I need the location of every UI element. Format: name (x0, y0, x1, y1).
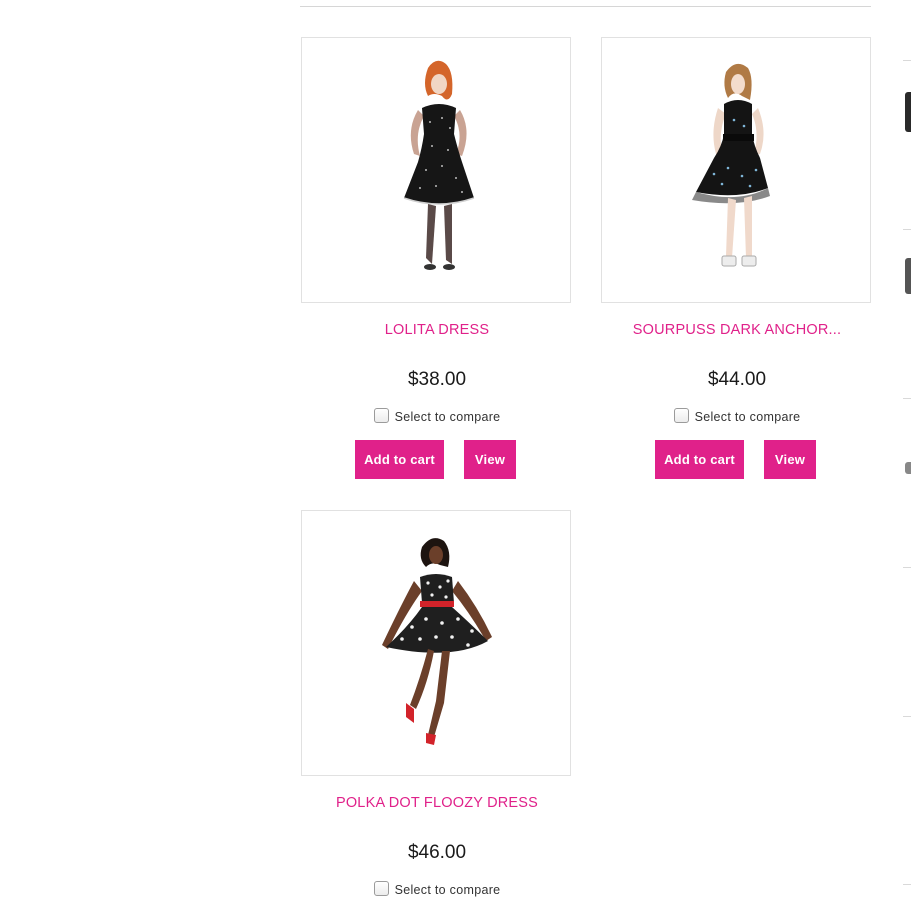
compare-checkbox[interactable] (673, 408, 689, 423)
edge-divider (903, 884, 911, 885)
dress-photo (382, 538, 492, 745)
product-price: $38.00 (407, 369, 467, 390)
product-card-lolita-dress: LOLITA DRESS $38.00 Select to compare Ad… (301, 37, 573, 482)
product-image-polka-dot-floozy-dress[interactable] (301, 510, 571, 776)
product-card-polka-dot-floozy-dress: POLKA DOT FLOOZY DRESS $46.00 Select to … (301, 510, 573, 899)
product-name-link[interactable]: POLKA DOT FLOOZY DRESS (301, 795, 573, 811)
compare-option[interactable]: Select to compare (601, 408, 873, 424)
compare-option[interactable]: Select to compare (301, 881, 573, 897)
product-card-sourpuss-dark-anchor: SOURPUSS DARK ANCHOR... $44.00 Select to… (601, 37, 873, 482)
product-name-link[interactable]: SOURPUSS DARK ANCHOR... (601, 322, 873, 338)
adjacent-column-edge (903, 0, 911, 899)
compare-checkbox[interactable] (373, 881, 389, 896)
edge-divider (903, 567, 911, 568)
edge-divider (903, 60, 911, 61)
edge-divider (903, 716, 911, 717)
edge-divider (903, 229, 911, 230)
compare-option[interactable]: Select to compare (301, 408, 573, 424)
product-name-link[interactable]: LOLITA DRESS (301, 322, 573, 338)
edge-thumbnail (905, 462, 911, 474)
top-divider (300, 6, 871, 7)
compare-checkbox[interactable] (373, 408, 389, 423)
edge-thumbnail (905, 92, 911, 132)
add-to-cart-button[interactable]: Add to cart (355, 440, 444, 479)
dress-photo (403, 60, 475, 270)
dress-photo (692, 63, 770, 267)
product-price: $46.00 (407, 842, 467, 863)
view-button[interactable]: View (464, 440, 516, 479)
compare-label: Select to compare (394, 883, 501, 897)
add-to-cart-button[interactable]: Add to cart (655, 440, 744, 479)
product-image-sourpuss-dark-anchor[interactable] (601, 37, 871, 303)
edge-divider (903, 398, 911, 399)
compare-label: Select to compare (694, 410, 801, 424)
view-button[interactable]: View (764, 440, 816, 479)
edge-thumbnail (905, 258, 911, 294)
product-image-lolita-dress[interactable] (301, 37, 571, 303)
product-price: $44.00 (707, 369, 767, 390)
compare-label: Select to compare (394, 410, 501, 424)
